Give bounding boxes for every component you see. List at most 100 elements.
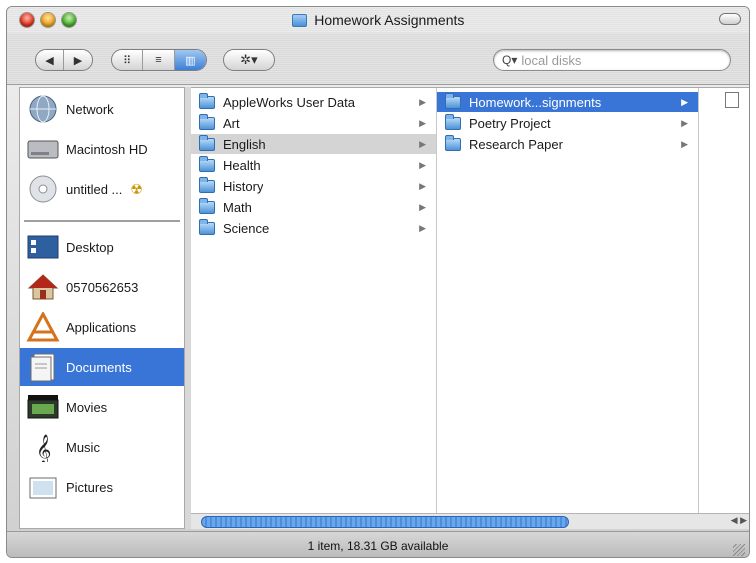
eject-icon[interactable]: ☢ [130,181,143,198]
folder-icon [199,92,215,109]
folder-icon [445,92,461,109]
sidebar-item-desktop[interactable]: Desktop [20,228,184,266]
folder-name: Homework...signments [469,94,602,110]
list-item[interactable]: Art ▶ [191,113,436,133]
sidebar-item-documents[interactable]: Documents [20,348,184,386]
toolbar: ◀ ▶ ⠿ ≡ ▥ ✲▾ Q▾ [7,33,749,85]
list-item[interactable]: English ▶ [191,134,436,154]
music-icon: 𝄞 [36,434,51,462]
search-field[interactable]: Q▾ [493,49,731,71]
search-icon[interactable]: Q▾ [502,53,517,67]
sidebar-item-label: Desktop [66,239,114,255]
disclosure-arrow-icon: ▶ [419,117,426,128]
list-item[interactable]: Science ▶ [191,218,436,238]
sidebar-item-label: Macintosh HD [66,141,148,157]
folder-name: AppleWorks User Data [223,94,355,110]
finder-window: Homework Assignments ◀ ▶ ⠿ ≡ ▥ ✲▾ Q▾ Net… [6,6,750,558]
sidebar-item-label: Music [66,439,100,455]
applications-icon [26,312,60,342]
status-text: 1 item, 18.31 GB available [307,538,449,553]
folder-icon [291,14,307,27]
sidebar-item-label: Movies [66,399,108,415]
folder-icon [199,197,215,214]
disclosure-arrow-icon: ▶ [681,117,688,128]
folder-icon [445,113,461,130]
list-item[interactable]: Research Paper ▶ [437,134,698,154]
search-input[interactable] [521,52,712,68]
disclosure-arrow-icon: ▶ [681,138,688,149]
disclosure-arrow-icon: ▶ [681,96,688,107]
pictures-icon [29,477,57,499]
view-mode-control: ⠿ ≡ ▥ [111,49,207,71]
sidebar-item-label: Documents [66,359,132,375]
toolbar-toggle-button[interactable] [719,13,741,25]
list-view-button[interactable]: ≡ [143,50,175,70]
list-item[interactable]: AppleWorks User Data ▶ [191,92,436,112]
sidebar-item-label: Pictures [66,479,113,495]
movies-icon [27,395,59,419]
disclosure-arrow-icon: ▶ [419,138,426,149]
folder-name: Science [223,220,270,236]
sidebar-item-movies[interactable]: Movies [20,388,184,426]
folder-name: Art [223,115,240,131]
list-item[interactable]: History ▶ [191,176,436,196]
folder-icon [199,134,215,151]
icon-view-button[interactable]: ⠿ [112,50,144,70]
scroll-arrows-icon[interactable]: ◀ ▶ [731,515,747,526]
sidebar-item-label: Applications [66,319,137,335]
column-view-button[interactable]: ▥ [174,50,206,70]
title-bar[interactable]: Homework Assignments [7,7,749,33]
documents-icon [30,353,55,382]
column-browser: AppleWorks User Data ▶ Art ▶ English ▶ H… [191,87,749,514]
folder-name: Research Paper [469,136,563,152]
sidebar-item-applications[interactable]: Applications [20,308,184,346]
resize-grip-icon[interactable] [733,544,745,556]
folder-icon [199,113,215,130]
list-item[interactable]: Poetry Project ▶ [437,113,698,133]
column-2: Homework...signments ▶ Poetry Project ▶ … [437,88,699,514]
document-icon[interactable] [725,92,739,108]
status-bar: 1 item, 18.31 GB available [7,531,749,557]
sidebar: Network Macintosh HD untitled ... ☢ Desk… [19,87,185,529]
action-menu-button[interactable]: ✲▾ [223,49,275,71]
folder-icon [199,176,215,193]
disclosure-arrow-icon: ▶ [419,159,426,170]
folder-name: Health [223,157,261,173]
list-item[interactable]: Homework...signments ▶ [437,92,698,112]
sidebar-item-macintosh-hd[interactable]: Macintosh HD [20,130,184,168]
folder-name: Math [223,199,252,215]
sidebar-item-home[interactable]: 0570562653 [20,268,184,306]
cd-disc-icon [29,175,57,203]
folder-icon [445,134,461,151]
sidebar-item-pictures[interactable]: Pictures [20,468,184,506]
sidebar-item-network[interactable]: Network [20,90,184,128]
disclosure-arrow-icon: ▶ [419,201,426,212]
window-title: Homework Assignments [314,12,465,28]
disclosure-arrow-icon: ▶ [419,222,426,233]
disclosure-arrow-icon: ▶ [419,96,426,107]
folder-name: Poetry Project [469,115,551,131]
window-title-wrap: Homework Assignments [7,12,749,28]
column-1: AppleWorks User Data ▶ Art ▶ English ▶ H… [191,88,437,514]
column-3 [699,88,749,514]
sidebar-item-music[interactable]: 𝄞 Music [20,428,184,466]
back-forward-control: ◀ ▶ [35,49,93,71]
list-item[interactable]: Math ▶ [191,197,436,217]
list-item[interactable]: Health ▶ [191,155,436,175]
disclosure-arrow-icon: ▶ [419,180,426,191]
folder-icon [199,218,215,235]
back-button[interactable]: ◀ [36,50,65,70]
sidebar-item-untitled-disc[interactable]: untitled ... ☢ [20,170,184,208]
scrollbar-thumb[interactable] [201,516,569,528]
folder-icon [199,155,215,172]
sidebar-divider [24,220,180,222]
sidebar-item-label: Network [66,101,114,117]
home-icon [27,274,59,300]
forward-button[interactable]: ▶ [64,50,92,70]
desktop-icon [27,235,59,259]
hard-drive-icon [27,140,59,159]
sidebar-item-label: 0570562653 [66,279,139,295]
folder-name: History [223,178,264,194]
horizontal-scrollbar[interactable]: ◀ ▶ [191,513,749,529]
network-globe-icon [29,95,57,123]
